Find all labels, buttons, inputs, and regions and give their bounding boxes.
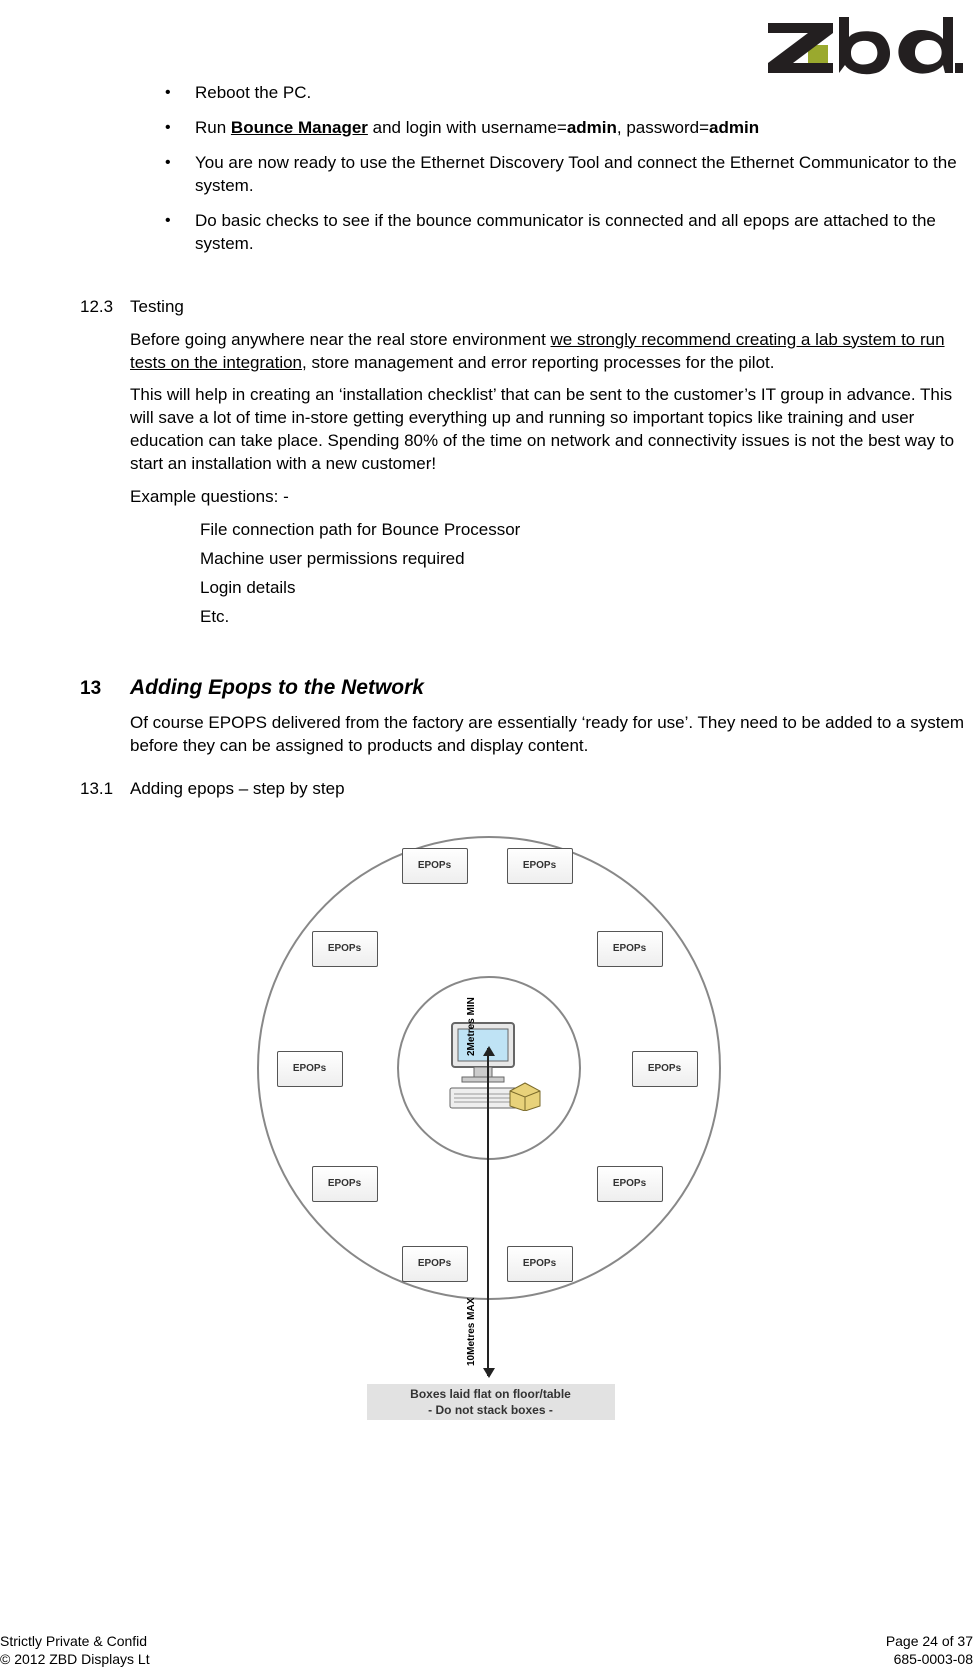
- list-item: Login details: [200, 577, 973, 600]
- text-bold: admin: [709, 118, 759, 137]
- inner-min-circle: [397, 976, 581, 1160]
- section-title: Testing: [130, 296, 184, 319]
- diagram-figure: EPOPs EPOPs EPOPs EPOPs EPOPs EPOPs EPOP…: [0, 826, 973, 1426]
- text: Before going anywhere near the real stor…: [130, 330, 551, 349]
- diagram-caption: Boxes laid flat on floor/table - Do not …: [367, 1384, 615, 1420]
- section-number: 12.3: [0, 296, 130, 319]
- footer-right: Page 24 of 37 685-0003-08: [773, 1632, 973, 1668]
- footer-copyright: © 2012 ZBD Displays Lt: [0, 1650, 300, 1668]
- text: You are now ready to use the Ethernet Di…: [195, 153, 957, 195]
- section-number: 13.1: [0, 778, 130, 801]
- text: , password=: [617, 118, 709, 137]
- dimension-arrow-min: [487, 1048, 489, 1158]
- epops-layout-diagram: EPOPs EPOPs EPOPs EPOPs EPOPs EPOPs EPOP…: [207, 826, 767, 1426]
- section-body: Before going anywhere near the real stor…: [130, 329, 973, 510]
- epop-box: EPOPs: [402, 1246, 468, 1282]
- dimension-label-max: 10Metres MAX: [465, 1266, 479, 1366]
- text-bold: admin: [567, 118, 617, 137]
- caption-line: Boxes laid flat on floor/table: [371, 1386, 611, 1402]
- section-title: Adding Epops to the Network: [130, 674, 424, 702]
- dimension-label-min: 2Metres MIN: [465, 956, 479, 1056]
- epop-box: EPOPs: [277, 1051, 343, 1087]
- section-heading-steps: 13.1 Adding epops – step by step: [0, 778, 973, 801]
- epop-box: EPOPs: [507, 848, 573, 884]
- paragraph: Of course EPOPS delivered from the facto…: [130, 712, 973, 758]
- footer-doc-number: 685-0003-08: [773, 1650, 973, 1668]
- epop-box: EPOPs: [402, 848, 468, 884]
- text: Do basic checks to see if the bounce com…: [195, 211, 936, 253]
- section-heading-testing: 12.3 Testing: [0, 296, 973, 319]
- bullet-item: You are now ready to use the Ethernet Di…: [165, 152, 973, 198]
- list-item: File connection path for Bounce Processo…: [200, 519, 973, 542]
- bullet-item: Run Bounce Manager and login with userna…: [165, 117, 973, 140]
- example-question-list: File connection path for Bounce Processo…: [200, 519, 973, 629]
- text: , store management and error reporting p…: [302, 353, 774, 372]
- bullet-item: Do basic checks to see if the bounce com…: [165, 210, 973, 256]
- list-item: Etc.: [200, 606, 973, 629]
- intro-bullet-list: Reboot the PC. Run Bounce Manager and lo…: [165, 82, 973, 256]
- epop-box: EPOPs: [597, 1166, 663, 1202]
- section-number: 13: [0, 676, 130, 702]
- section-title: Adding epops – step by step: [130, 778, 345, 801]
- epop-box: EPOPs: [597, 931, 663, 967]
- paragraph: This will help in creating an ‘installat…: [130, 384, 973, 476]
- bullet-item: Reboot the PC.: [165, 82, 973, 105]
- epop-box: EPOPs: [632, 1051, 698, 1087]
- text: Run: [195, 118, 231, 137]
- epop-box: EPOPs: [312, 931, 378, 967]
- epop-box: EPOPs: [312, 1166, 378, 1202]
- text: and login with username=: [368, 118, 567, 137]
- text: Reboot the PC.: [195, 83, 311, 102]
- list-item: Machine user permissions required: [200, 548, 973, 571]
- caption-line: - Do not stack boxes -: [371, 1402, 611, 1418]
- page: Reboot the PC. Run Bounce Manager and lo…: [0, 0, 973, 1676]
- text-bold: Bounce Manager: [231, 118, 368, 137]
- company-logo: [763, 15, 963, 77]
- paragraph: Before going anywhere near the real stor…: [130, 329, 973, 375]
- dimension-arrow-max: [487, 1156, 489, 1376]
- main-content: Reboot the PC. Run Bounce Manager and lo…: [0, 82, 973, 1426]
- footer-page-number: Page 24 of 37: [773, 1632, 973, 1650]
- footer-left: Strictly Private & Confid © 2012 ZBD Dis…: [0, 1632, 300, 1668]
- section-body: Of course EPOPS delivered from the facto…: [130, 712, 973, 758]
- bounce-box-icon: [507, 1081, 543, 1107]
- footer-confidential: Strictly Private & Confid: [0, 1632, 300, 1650]
- epop-box: EPOPs: [507, 1246, 573, 1282]
- section-heading-adding: 13 Adding Epops to the Network: [0, 674, 973, 702]
- paragraph: Example questions: -: [130, 486, 973, 509]
